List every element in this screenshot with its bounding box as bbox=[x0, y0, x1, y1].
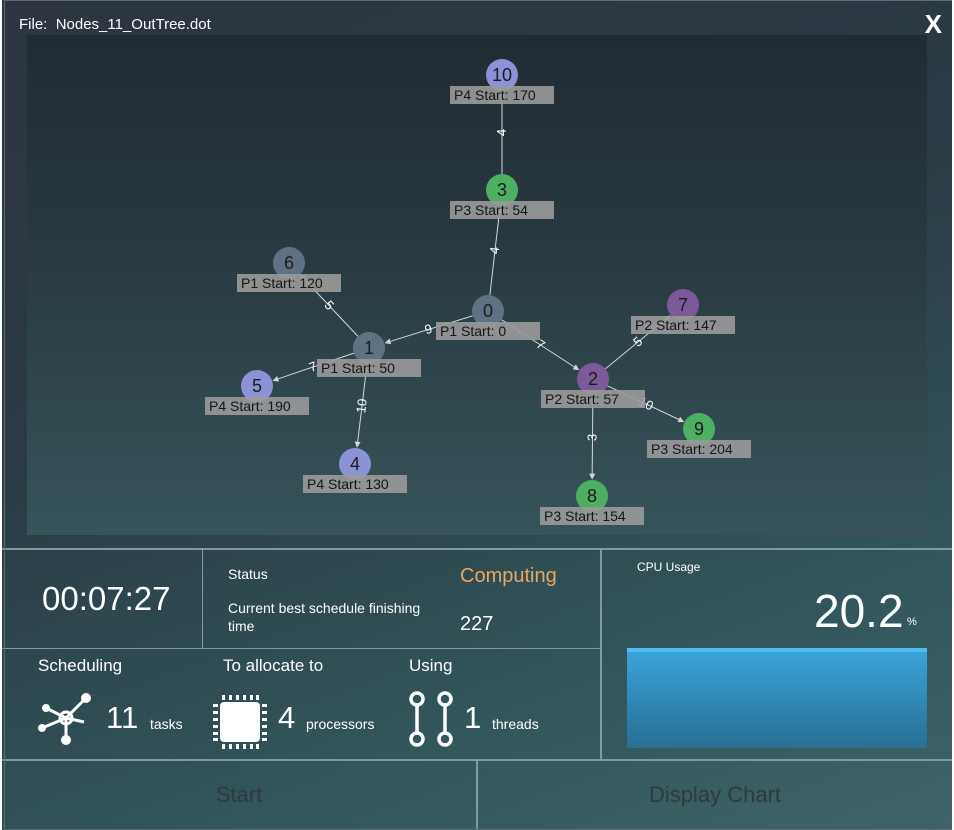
node-schedule-label: P4 Start: 130 bbox=[307, 476, 389, 492]
cpu-usage-label: CPU Usage bbox=[637, 560, 701, 574]
start-button[interactable]: Start bbox=[2, 760, 476, 830]
allocate-header: To allocate to bbox=[223, 656, 324, 675]
close-button[interactable]: X bbox=[925, 9, 942, 40]
node-schedule-label: P4 Start: 190 bbox=[209, 398, 291, 414]
node-schedule-label: P3 Start: 204 bbox=[651, 441, 733, 457]
node-id: 6 bbox=[284, 253, 294, 273]
divider bbox=[202, 550, 203, 648]
node-id: 2 bbox=[588, 369, 598, 389]
divider bbox=[2, 548, 952, 550]
edge-weight: 7 bbox=[307, 358, 319, 375]
node-id: 10 bbox=[492, 65, 512, 85]
edge-weight: 5 bbox=[630, 334, 645, 350]
node-schedule-label: P2 Start: 57 bbox=[545, 391, 619, 407]
graph-node-1[interactable]: 1 P1 Start: 50 bbox=[317, 332, 421, 377]
graph-node-4[interactable]: 4 P4 Start: 130 bbox=[303, 448, 407, 493]
node-schedule-label: P2 Start: 147 bbox=[635, 317, 717, 333]
edge-weight: 4 bbox=[494, 129, 509, 136]
processor-count: 4 bbox=[278, 700, 296, 735]
cpu-usage-unit: % bbox=[907, 616, 917, 628]
scheduling-header: Scheduling bbox=[38, 656, 123, 675]
node-schedule-label: P1 Start: 0 bbox=[440, 323, 506, 339]
graph-node-8[interactable]: 8 P3 Start: 154 bbox=[540, 480, 644, 525]
cpu-usage-chart bbox=[627, 648, 927, 748]
node-schedule-label: P1 Start: 120 bbox=[241, 275, 323, 291]
status-label: Status bbox=[228, 566, 268, 582]
graph-node-10[interactable]: 10 P4 Start: 170 bbox=[450, 59, 554, 104]
edge-weight: 9 bbox=[423, 321, 434, 337]
node-id: 8 bbox=[587, 486, 597, 506]
graph-node-7[interactable]: 7 P2 Start: 147 bbox=[631, 289, 735, 334]
task-unit: tasks bbox=[150, 716, 183, 732]
edge-weight: 4 bbox=[487, 246, 503, 255]
cpu-usage-line bbox=[627, 648, 927, 652]
node-id: 1 bbox=[364, 338, 374, 358]
task-count: 11 bbox=[106, 700, 139, 735]
file-label-prefix: File: bbox=[19, 16, 48, 33]
network-icon bbox=[38, 693, 91, 745]
node-id: 3 bbox=[497, 180, 507, 200]
node-id: 4 bbox=[350, 454, 360, 474]
node-id: 0 bbox=[483, 301, 493, 321]
node-schedule-label: P3 Start: 154 bbox=[544, 508, 626, 524]
node-id: 9 bbox=[694, 419, 704, 439]
display-chart-button[interactable]: Display Chart bbox=[478, 760, 952, 830]
elapsed-timer: 00:07:27 bbox=[42, 580, 171, 617]
thread-count: 1 bbox=[464, 700, 482, 735]
node-schedule-label: P3 Start: 54 bbox=[454, 202, 528, 218]
node-id: 7 bbox=[678, 295, 688, 315]
node-id: 5 bbox=[252, 376, 262, 396]
best-schedule-value: 227 bbox=[460, 613, 494, 635]
node-schedule-label: P4 Start: 170 bbox=[454, 87, 536, 103]
graph-node-3[interactable]: 3 P3 Start: 54 bbox=[450, 174, 554, 219]
graph-node-0[interactable]: 0 P1 Start: 0 bbox=[436, 295, 540, 340]
task-graph: 449757105103 10P4 Start: 1703P3 Start: 5… bbox=[205, 59, 751, 525]
thread-unit: threads bbox=[492, 716, 539, 732]
graph-node-6[interactable]: 6 P1 Start: 120 bbox=[237, 247, 341, 292]
processor-unit: processors bbox=[306, 716, 375, 732]
chip-icon bbox=[213, 695, 267, 749]
edge-weight: 3 bbox=[584, 434, 599, 441]
graph-node-5[interactable]: 5 P4 Start: 190 bbox=[205, 370, 309, 415]
task-graph-panel: 4 4 9 7 5 7 10 5 10 3 10 P4 Start: 170 3 P3 Start: 5… bbox=[27, 35, 927, 535]
graph-node-2[interactable]: 2 P2 Start: 57 bbox=[541, 363, 645, 408]
node-schedule-label: P1 Start: 50 bbox=[321, 360, 395, 376]
file-label: File: Nodes_11_OutTree.dot bbox=[19, 16, 211, 33]
divider bbox=[2, 648, 600, 649]
edge-weight: 10 bbox=[353, 398, 370, 414]
file-name: Nodes_11_OutTree.dot bbox=[55, 16, 211, 33]
using-header: Using bbox=[409, 656, 453, 675]
scheduler-window: File: Nodes_11_OutTree.dot X 4 4 9 7 5 7 10 5 10… bbox=[2, 0, 952, 830]
thread-icon bbox=[409, 691, 453, 747]
cpu-usage-value: 20.2 bbox=[814, 585, 904, 637]
divider bbox=[600, 550, 602, 760]
status-value: Computing bbox=[460, 565, 557, 587]
best-schedule-label: Current best schedule finishing time bbox=[228, 600, 421, 634]
graph-node-9[interactable]: 9 P3 Start: 204 bbox=[647, 413, 751, 458]
